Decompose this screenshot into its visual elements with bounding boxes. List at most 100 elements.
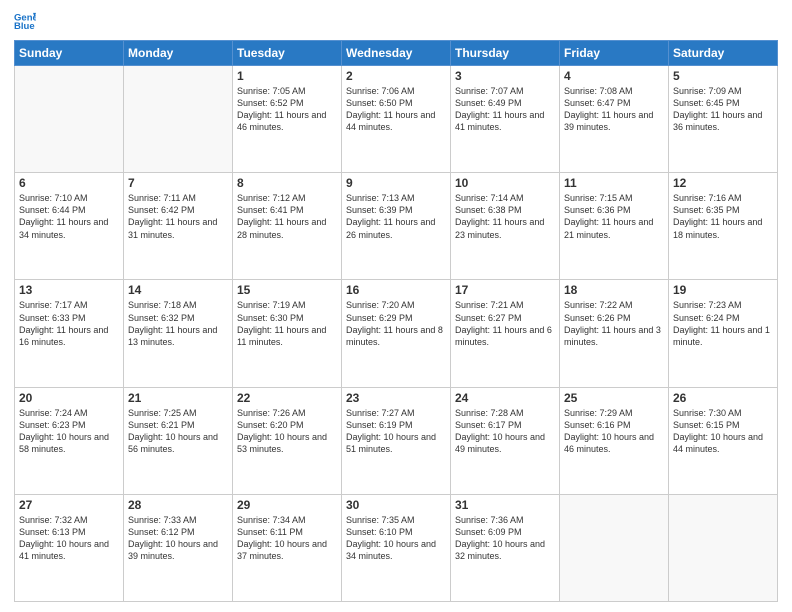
day-number: 6 — [19, 176, 119, 190]
day-number: 11 — [564, 176, 664, 190]
day-detail: Sunrise: 7:26 AMSunset: 6:20 PMDaylight:… — [237, 407, 337, 456]
day-detail: Sunrise: 7:07 AMSunset: 6:49 PMDaylight:… — [455, 85, 555, 134]
day-number: 14 — [128, 283, 228, 297]
day-cell: 29Sunrise: 7:34 AMSunset: 6:11 PMDayligh… — [233, 494, 342, 601]
day-number: 12 — [673, 176, 773, 190]
day-number: 25 — [564, 391, 664, 405]
day-detail: Sunrise: 7:36 AMSunset: 6:09 PMDaylight:… — [455, 514, 555, 563]
svg-text:Blue: Blue — [14, 21, 35, 32]
day-cell: 17 Sunrise: 7:21 AMSunset: 6:27 PMDayligh… — [451, 280, 560, 387]
day-detail: Sunrise: 7:13 AMSunset: 6:39 PMDaylight:… — [346, 192, 446, 241]
week-row-4: 20 Sunrise: 7:24 AMSunset: 6:23 PMDayligh… — [15, 387, 778, 494]
day-detail: Sunrise: 7:16 AMSunset: 6:35 PMDaylight:… — [673, 192, 773, 241]
day-detail: Sunrise: 7:05 AMSunset: 6:52 PMDaylight:… — [237, 85, 337, 134]
calendar-table: SundayMondayTuesdayWednesdayThursdayFrid… — [14, 40, 778, 602]
day-detail: Sunrise: 7:30 AMSunset: 6:15 PMDaylight:… — [673, 407, 773, 456]
day-number: 22 — [237, 391, 337, 405]
day-number: 4 — [564, 69, 664, 83]
col-header-sunday: Sunday — [15, 41, 124, 66]
day-cell — [15, 66, 124, 173]
week-row-2: 6 Sunrise: 7:10 AMSunset: 6:44 PMDaylight… — [15, 173, 778, 280]
day-number: 15 — [237, 283, 337, 297]
day-cell: 20 Sunrise: 7:24 AMSunset: 6:23 PMDayligh… — [15, 387, 124, 494]
day-number: 29 — [237, 498, 337, 512]
day-cell: 23 Sunrise: 7:27 AMSunset: 6:19 PMDayligh… — [342, 387, 451, 494]
day-cell: 11 Sunrise: 7:15 AMSunset: 6:36 PMDayligh… — [560, 173, 669, 280]
week-row-5: 27Sunrise: 7:32 AMSunset: 6:13 PMDayligh… — [15, 494, 778, 601]
day-detail: Sunrise: 7:33 AMSunset: 6:12 PMDaylight:… — [128, 514, 228, 563]
day-detail: Sunrise: 7:27 AMSunset: 6:19 PMDaylight:… — [346, 407, 446, 456]
day-cell — [669, 494, 778, 601]
day-cell: 18 Sunrise: 7:22 AMSunset: 6:26 PMDayligh… — [560, 280, 669, 387]
day-detail: Sunrise: 7:15 AMSunset: 6:36 PMDaylight:… — [564, 192, 664, 241]
day-detail: Sunrise: 7:20 AMSunset: 6:29 PMDaylight:… — [346, 299, 446, 348]
day-cell: 7 Sunrise: 7:11 AMSunset: 6:42 PMDaylight… — [124, 173, 233, 280]
day-number: 3 — [455, 69, 555, 83]
logo-icon: General Blue — [14, 10, 36, 32]
day-number: 9 — [346, 176, 446, 190]
day-number: 10 — [455, 176, 555, 190]
day-detail: Sunrise: 7:19 AMSunset: 6:30 PMDaylight:… — [237, 299, 337, 348]
day-cell: 27Sunrise: 7:32 AMSunset: 6:13 PMDayligh… — [15, 494, 124, 601]
day-number: 17 — [455, 283, 555, 297]
day-cell: 30Sunrise: 7:35 AMSunset: 6:10 PMDayligh… — [342, 494, 451, 601]
day-cell: 8 Sunrise: 7:12 AMSunset: 6:41 PMDaylight… — [233, 173, 342, 280]
day-cell: 24Sunrise: 7:28 AMSunset: 6:17 PMDayligh… — [451, 387, 560, 494]
day-detail: Sunrise: 7:10 AMSunset: 6:44 PMDaylight:… — [19, 192, 119, 241]
day-number: 23 — [346, 391, 446, 405]
day-detail: Sunrise: 7:18 AMSunset: 6:32 PMDaylight:… — [128, 299, 228, 348]
col-header-monday: Monday — [124, 41, 233, 66]
day-detail: Sunrise: 7:22 AMSunset: 6:26 PMDaylight:… — [564, 299, 664, 348]
day-cell: 25 Sunrise: 7:29 AMSunset: 6:16 PMDayligh… — [560, 387, 669, 494]
day-detail: Sunrise: 7:21 AMSunset: 6:27 PMDaylight:… — [455, 299, 555, 348]
header: General Blue — [14, 10, 778, 32]
day-number: 16 — [346, 283, 446, 297]
day-cell: 28 Sunrise: 7:33 AMSunset: 6:12 PMDayligh… — [124, 494, 233, 601]
day-number: 8 — [237, 176, 337, 190]
day-cell: 22 Sunrise: 7:26 AMSunset: 6:20 PMDayligh… — [233, 387, 342, 494]
day-cell: 12 Sunrise: 7:16 AMSunset: 6:35 PMDayligh… — [669, 173, 778, 280]
day-detail: Sunrise: 7:23 AMSunset: 6:24 PMDaylight:… — [673, 299, 773, 348]
col-header-tuesday: Tuesday — [233, 41, 342, 66]
col-header-wednesday: Wednesday — [342, 41, 451, 66]
day-number: 20 — [19, 391, 119, 405]
day-detail: Sunrise: 7:11 AMSunset: 6:42 PMDaylight:… — [128, 192, 228, 241]
day-cell: 9 Sunrise: 7:13 AMSunset: 6:39 PMDaylight… — [342, 173, 451, 280]
day-detail: Sunrise: 7:35 AMSunset: 6:10 PMDaylight:… — [346, 514, 446, 563]
day-number: 1 — [237, 69, 337, 83]
day-cell: 13 Sunrise: 7:17 AMSunset: 6:33 PMDayligh… — [15, 280, 124, 387]
day-number: 18 — [564, 283, 664, 297]
day-cell: 26 Sunrise: 7:30 AMSunset: 6:15 PMDayligh… — [669, 387, 778, 494]
day-cell: 19 Sunrise: 7:23 AMSunset: 6:24 PMDayligh… — [669, 280, 778, 387]
day-number: 7 — [128, 176, 228, 190]
day-cell: 21Sunrise: 7:25 AMSunset: 6:21 PMDayligh… — [124, 387, 233, 494]
day-cell: 4Sunrise: 7:08 AMSunset: 6:47 PMDaylight… — [560, 66, 669, 173]
day-number: 28 — [128, 498, 228, 512]
page: General Blue SundayMondayTuesdayWednesda… — [0, 0, 792, 612]
col-header-friday: Friday — [560, 41, 669, 66]
day-number: 13 — [19, 283, 119, 297]
day-detail: Sunrise: 7:06 AMSunset: 6:50 PMDaylight:… — [346, 85, 446, 134]
day-cell: 3 Sunrise: 7:07 AMSunset: 6:49 PMDaylight… — [451, 66, 560, 173]
day-detail: Sunrise: 7:12 AMSunset: 6:41 PMDaylight:… — [237, 192, 337, 241]
day-detail: Sunrise: 7:24 AMSunset: 6:23 PMDaylight:… — [19, 407, 119, 456]
day-cell: 16 Sunrise: 7:20 AMSunset: 6:29 PMDayligh… — [342, 280, 451, 387]
week-row-1: 1 Sunrise: 7:05 AMSunset: 6:52 PMDaylight… — [15, 66, 778, 173]
col-header-saturday: Saturday — [669, 41, 778, 66]
day-detail: Sunrise: 7:17 AMSunset: 6:33 PMDaylight:… — [19, 299, 119, 348]
logo: General Blue — [14, 10, 40, 32]
day-cell: 2 Sunrise: 7:06 AMSunset: 6:50 PMDaylight… — [342, 66, 451, 173]
day-detail: Sunrise: 7:28 AMSunset: 6:17 PMDaylight:… — [455, 407, 555, 456]
day-cell — [560, 494, 669, 601]
day-number: 2 — [346, 69, 446, 83]
day-detail: Sunrise: 7:29 AMSunset: 6:16 PMDaylight:… — [564, 407, 664, 456]
day-number: 27 — [19, 498, 119, 512]
day-number: 5 — [673, 69, 773, 83]
day-number: 19 — [673, 283, 773, 297]
day-number: 31 — [455, 498, 555, 512]
day-cell: 1 Sunrise: 7:05 AMSunset: 6:52 PMDaylight… — [233, 66, 342, 173]
day-cell: 31 Sunrise: 7:36 AMSunset: 6:09 PMDayligh… — [451, 494, 560, 601]
day-number: 26 — [673, 391, 773, 405]
day-detail: Sunrise: 7:14 AMSunset: 6:38 PMDaylight:… — [455, 192, 555, 241]
col-header-thursday: Thursday — [451, 41, 560, 66]
